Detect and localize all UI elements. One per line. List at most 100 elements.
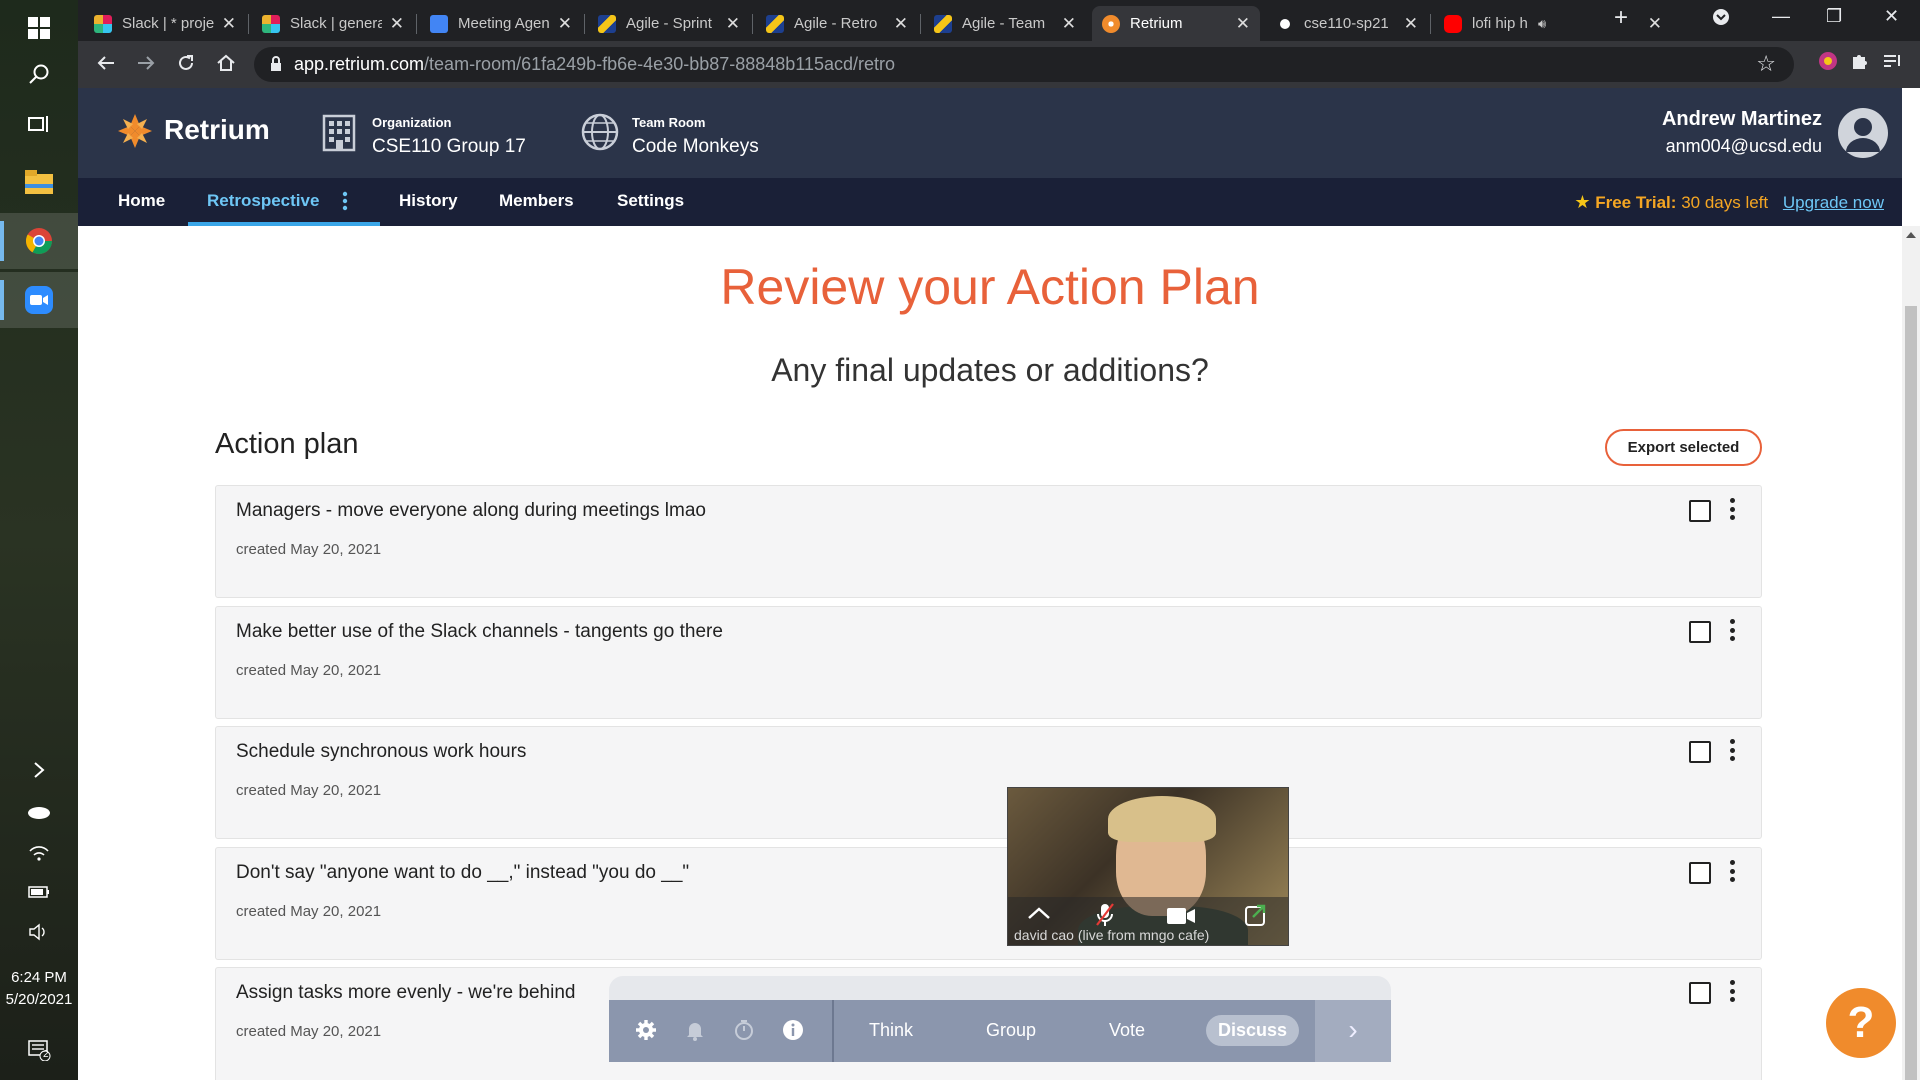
clock-time[interactable]: 6:24 PM xyxy=(0,968,78,988)
more-vertical-icon[interactable] xyxy=(342,191,348,216)
select-checkbox[interactable] xyxy=(1689,862,1711,884)
puzzle-icon[interactable] xyxy=(1850,51,1870,76)
task-view-icon[interactable] xyxy=(0,96,78,152)
export-selected-button[interactable]: Export selected xyxy=(1605,429,1762,466)
user-avatar-icon[interactable] xyxy=(1838,108,1888,158)
lock-icon[interactable] xyxy=(270,56,282,77)
tab-agile-retro[interactable]: Agile - Retro ✕ xyxy=(756,6,918,41)
extension-icon[interactable] xyxy=(1818,51,1838,76)
close-icon[interactable]: ✕ xyxy=(1648,14,1662,34)
retrium-logo-icon[interactable] xyxy=(114,110,156,157)
close-icon[interactable]: ✕ xyxy=(390,14,404,34)
forward-icon[interactable] xyxy=(136,53,156,79)
bookmark-star-icon[interactable]: ☆ xyxy=(1756,51,1776,77)
search-icon[interactable] xyxy=(0,46,78,102)
more-vertical-icon[interactable] xyxy=(1730,860,1736,882)
close-icon[interactable]: ✕ xyxy=(222,14,236,34)
minimize-icon[interactable]: — xyxy=(1772,6,1790,27)
close-icon[interactable]: ✕ xyxy=(1062,14,1076,34)
more-vertical-icon[interactable] xyxy=(1730,619,1736,641)
section-title: Action plan xyxy=(215,428,359,460)
nav-members[interactable]: Members xyxy=(499,191,574,211)
nav-home[interactable]: Home xyxy=(118,191,165,211)
clock-date[interactable]: 5/20/2021 xyxy=(0,990,78,1010)
agile-icon xyxy=(934,14,952,33)
more-vertical-icon[interactable] xyxy=(1730,498,1736,520)
phase-vote[interactable]: Vote xyxy=(1109,1020,1145,1041)
nav-history[interactable]: History xyxy=(399,191,458,211)
info-icon[interactable] xyxy=(782,1019,804,1046)
tab-agile-sprint[interactable]: Agile - Sprint ✕ xyxy=(588,6,750,41)
action-title[interactable]: Don't say "anyone want to do __," instea… xyxy=(236,862,689,884)
file-explorer-icon[interactable] xyxy=(0,154,78,210)
close-icon[interactable]: ✕ xyxy=(894,14,908,34)
chrome-icon[interactable] xyxy=(0,213,78,269)
back-icon[interactable] xyxy=(96,53,116,79)
home-icon[interactable] xyxy=(216,53,236,79)
timer-icon[interactable] xyxy=(733,1019,755,1046)
close-icon[interactable]: ✕ xyxy=(726,14,740,34)
tab-slack-project[interactable]: Slack | * proje ✕ xyxy=(84,6,246,41)
action-item[interactable]: Make better use of the Slack channels - … xyxy=(215,606,1762,719)
tab-agile-team[interactable]: Agile - Team ✕ xyxy=(924,6,1086,41)
phase-think[interactable]: Think xyxy=(869,1020,913,1041)
close-icon[interactable]: ✕ xyxy=(558,14,572,34)
new-tab-icon[interactable]: + xyxy=(1614,4,1628,32)
action-item[interactable]: Schedule synchronous work hours created … xyxy=(215,726,1762,839)
tab-label: lofi hip h xyxy=(1472,15,1528,32)
url-host: app.retrium.com xyxy=(294,54,425,74)
action-item[interactable]: Don't say "anyone want to do __," instea… xyxy=(215,847,1762,960)
gear-icon[interactable] xyxy=(635,1019,657,1046)
audio-playing-icon[interactable]: 🔊︎ xyxy=(1538,16,1546,32)
action-title[interactable]: Managers - move everyone along during me… xyxy=(236,500,706,522)
more-vertical-icon[interactable] xyxy=(1730,739,1736,761)
action-title[interactable]: Make better use of the Slack channels - … xyxy=(236,621,723,643)
chevron-right-icon[interactable]: › xyxy=(1315,1000,1391,1062)
team-room-value[interactable]: Code Monkeys xyxy=(632,136,759,158)
select-checkbox[interactable] xyxy=(1689,500,1711,522)
action-item[interactable]: Managers - move everyone along during me… xyxy=(215,485,1762,598)
page-scrollbar[interactable] xyxy=(1902,226,1920,1080)
tab-youtube[interactable]: lofi hip h 🔊︎ ✕ xyxy=(1434,6,1672,41)
brand-name[interactable]: Retrium xyxy=(164,114,270,146)
select-checkbox[interactable] xyxy=(1689,741,1711,763)
media-control-icon[interactable] xyxy=(1882,51,1902,76)
bell-icon[interactable] xyxy=(684,1019,706,1046)
scroll-thumb[interactable] xyxy=(1905,306,1917,1080)
share-screen-icon[interactable] xyxy=(1244,903,1268,932)
phase-discuss[interactable]: Discuss xyxy=(1206,1015,1300,1046)
action-title[interactable]: Assign tasks more evenly - we're behind xyxy=(236,982,575,1004)
phase-group[interactable]: Group xyxy=(986,1020,1036,1041)
slack-icon xyxy=(94,14,112,33)
org-value[interactable]: CSE110 Group 17 xyxy=(372,136,526,158)
volume-icon[interactable] xyxy=(0,904,78,960)
more-vertical-icon[interactable] xyxy=(1730,980,1736,1002)
restore-icon[interactable]: ❐ xyxy=(1826,6,1842,27)
address-bar[interactable]: app.retrium.com/team-room/61fa249b-fb6e-… xyxy=(254,47,1794,82)
tab-search-icon[interactable] xyxy=(1712,8,1730,31)
close-icon[interactable]: ✕ xyxy=(1236,14,1250,34)
agile-icon xyxy=(598,14,616,33)
tab-meeting-agenda[interactable]: Meeting Agen ✕ xyxy=(420,6,582,41)
user-name[interactable]: Andrew Martinez xyxy=(1662,108,1822,131)
help-button[interactable]: ? xyxy=(1826,988,1896,1058)
tab-retrium[interactable]: Retrium ✕ xyxy=(1092,6,1260,41)
reload-icon[interactable] xyxy=(176,53,196,79)
globe-icon xyxy=(580,112,620,157)
action-title[interactable]: Schedule synchronous work hours xyxy=(236,741,526,763)
select-checkbox[interactable] xyxy=(1689,621,1711,643)
action-center-icon[interactable]: 2 xyxy=(0,1022,78,1078)
zoom-video-thumbnail[interactable]: david cao (live from mngo cafe) xyxy=(1007,787,1289,946)
tab-github[interactable]: cse110-sp21 ✕ xyxy=(1266,6,1428,41)
tab-slack-general[interactable]: Slack | genera ✕ xyxy=(252,6,414,41)
nav-settings[interactable]: Settings xyxy=(617,191,684,211)
window-close-icon[interactable]: ✕ xyxy=(1884,6,1899,27)
zoom-icon[interactable] xyxy=(0,272,78,328)
close-icon[interactable]: ✕ xyxy=(1404,14,1418,34)
scroll-up-icon[interactable] xyxy=(1906,232,1916,238)
select-checkbox[interactable] xyxy=(1689,982,1711,1004)
chevron-up-icon[interactable] xyxy=(1026,905,1052,926)
nav-retrospective[interactable]: Retrospective xyxy=(207,191,319,211)
upgrade-link[interactable]: Upgrade now xyxy=(1783,193,1884,212)
tab-divider xyxy=(416,14,417,34)
